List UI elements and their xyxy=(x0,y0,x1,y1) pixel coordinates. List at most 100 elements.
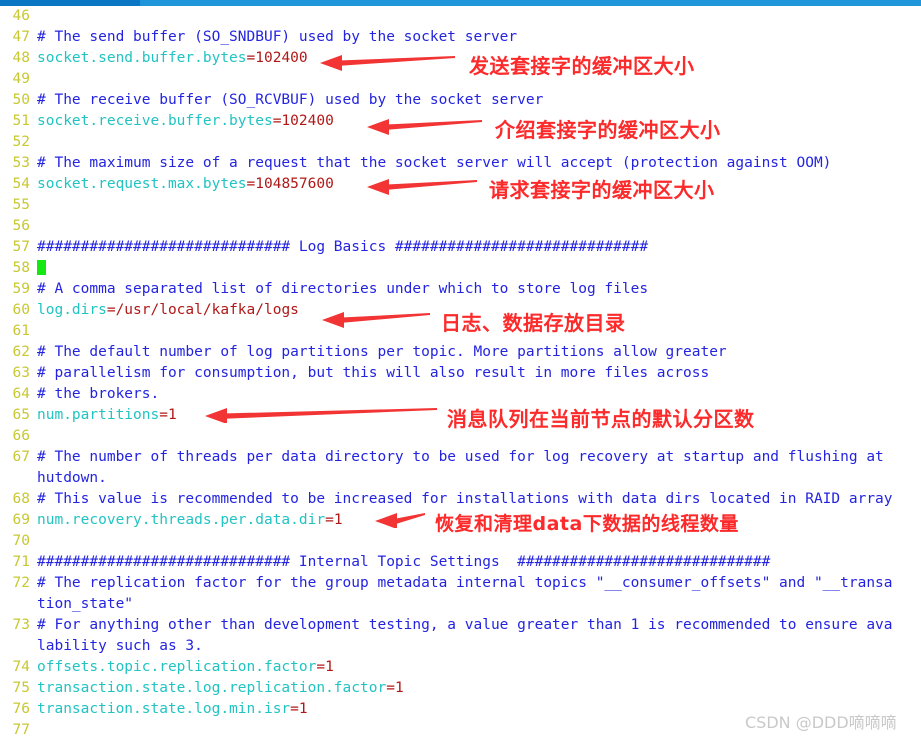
code-line[interactable]: 59 # A comma separated list of directorie… xyxy=(0,279,921,300)
code-line[interactable]: 62 # The default number of log partitions… xyxy=(0,342,921,363)
property-key: socket.receive.buffer.bytes xyxy=(37,113,273,129)
equals-sign: = xyxy=(246,176,256,192)
line-content: socket.send.buffer.bytes=102400 xyxy=(37,48,308,69)
line-number: 47 xyxy=(12,29,30,45)
property-key: transaction.state.log.min.isr xyxy=(37,701,291,717)
comment-text: ############################# Internal T… xyxy=(37,554,771,570)
line-number: 70 xyxy=(12,533,30,549)
line-number: 60 xyxy=(12,302,30,318)
anno-receive-buffer: 介绍套接字的缓冲区大小 xyxy=(495,118,721,142)
text-cursor xyxy=(37,260,46,275)
line-number: 68 xyxy=(12,491,30,507)
comment-text: # The send buffer (SO_SNDBUF) used by th… xyxy=(37,29,518,45)
line-number: 56 xyxy=(12,218,30,234)
property-value: 1 xyxy=(333,512,343,528)
property-key: socket.send.buffer.bytes xyxy=(37,50,247,66)
code-line[interactable]: 57 ############################# Log Basi… xyxy=(0,237,921,258)
equals-sign: = xyxy=(106,302,116,318)
line-content: socket.request.max.bytes=104857600 xyxy=(37,174,334,195)
line-number: 51 xyxy=(12,113,30,129)
line-content: log.dirs=/usr/local/kafka/logs xyxy=(37,300,299,321)
equals-sign: = xyxy=(325,512,334,528)
property-value-path: /usr/local/kafka/logs xyxy=(115,302,299,318)
line-content: # For anything other than development te… xyxy=(37,615,893,636)
line-number: 48 xyxy=(12,50,30,66)
code-line-continuation[interactable]: hutdown. xyxy=(0,468,921,489)
line-number: 75 xyxy=(12,680,30,696)
comment-text: # parallelism for consumption, but this … xyxy=(37,365,710,381)
line-number: 53 xyxy=(12,155,30,171)
property-value: 102400 xyxy=(281,113,334,129)
line-number: 76 xyxy=(12,701,30,717)
code-line[interactable]: 68 # This value is recommended to be incr… xyxy=(0,489,921,510)
line-number: 59 xyxy=(12,281,30,297)
line-content: ############################# Internal T… xyxy=(37,552,770,573)
code-line[interactable]: 58 xyxy=(0,258,921,279)
line-content: # The default number of log partitions p… xyxy=(37,342,727,363)
code-line[interactable]: 49 xyxy=(0,69,921,90)
property-key: log.dirs xyxy=(37,302,107,318)
property-key: num.partitions xyxy=(37,407,160,423)
line-number: 58 xyxy=(12,260,30,276)
comment-text: # The receive buffer (SO_RCVBUF) used by… xyxy=(37,92,544,108)
code-line-continuation[interactable]: lability such as 3. xyxy=(0,636,921,657)
comment-text: # This value is recommended to be increa… xyxy=(37,491,893,507)
arrow-shape xyxy=(205,408,437,423)
property-value: 1 xyxy=(325,659,334,675)
arrow-recovery xyxy=(375,513,425,528)
line-content: # The receive buffer (SO_RCVBUF) used by… xyxy=(37,90,543,111)
line-content: tion_state" xyxy=(37,594,133,615)
code-line[interactable]: 56 xyxy=(0,216,921,237)
comment-text: # For anything other than development te… xyxy=(37,617,893,633)
line-number: 57 xyxy=(12,239,30,255)
line-number: 71 xyxy=(12,554,30,570)
line-number: 74 xyxy=(12,659,30,675)
code-line[interactable]: 75 transaction.state.log.replication.fact… xyxy=(0,678,921,699)
arrow-num-partitions xyxy=(205,408,437,423)
anno-log-dirs: 日志、数据存放目录 xyxy=(441,311,626,335)
code-line[interactable]: 73 # For anything other than development … xyxy=(0,615,921,636)
comment-text: # The replication factor for the group m… xyxy=(37,575,893,591)
csdn-watermark: CSDN @DDD嘀嘀嘀 xyxy=(745,713,897,732)
code-line[interactable]: 63 # parallelism for consumption, but thi… xyxy=(0,363,921,384)
code-line[interactable]: 50 # The receive buffer (SO_RCVBUF) used … xyxy=(0,90,921,111)
line-number: 69 xyxy=(12,512,30,528)
code-line[interactable]: 55 xyxy=(0,195,921,216)
line-content: num.recovery.threads.per.data.dir=1 xyxy=(37,510,343,531)
equals-sign: = xyxy=(290,701,299,717)
code-line[interactable]: 46 xyxy=(0,6,921,27)
equals-sign: = xyxy=(386,680,395,696)
screenshot-root: 46 47 # The send buffer (SO_SNDBUF) used b… xyxy=(0,0,921,740)
line-content: # parallelism for consumption, but this … xyxy=(37,363,709,384)
code-line[interactable]: 72 # The replication factor for the group… xyxy=(0,573,921,594)
code-line[interactable]: 74 offsets.topic.replication.factor=1 xyxy=(0,657,921,678)
code-line[interactable]: 71 ############################# Internal… xyxy=(0,552,921,573)
code-line[interactable]: 52 xyxy=(0,132,921,153)
arrow-shape xyxy=(320,55,455,71)
line-content: # The replication factor for the group m… xyxy=(37,573,893,594)
anno-num-partitions: 消息队列在当前节点的默认分区数 xyxy=(447,407,755,431)
line-number: 64 xyxy=(12,386,30,402)
line-number: 63 xyxy=(12,365,30,381)
anno-request-max: 请求套接字的缓冲区大小 xyxy=(489,178,715,202)
line-number: 54 xyxy=(12,176,30,192)
equals-sign: = xyxy=(246,50,256,66)
line-number: 55 xyxy=(12,197,30,213)
property-key: transaction.state.log.replication.factor xyxy=(37,680,387,696)
line-content: offsets.topic.replication.factor=1 xyxy=(37,657,334,678)
property-value: 1 xyxy=(394,680,404,696)
code-line[interactable]: 67 # The number of threads per data direc… xyxy=(0,447,921,468)
line-content: # This value is recommended to be increa… xyxy=(37,489,893,510)
property-key: num.recovery.threads.per.data.dir xyxy=(37,512,326,528)
property-value: 104857600 xyxy=(255,176,334,192)
line-content: ############################# Log Basics… xyxy=(37,237,648,258)
line-number: 61 xyxy=(12,323,30,339)
code-line-continuation[interactable]: tion_state" xyxy=(0,594,921,615)
comment-text: # The default number of log partitions p… xyxy=(37,344,727,360)
equals-sign: = xyxy=(159,407,168,423)
property-value: 1 xyxy=(167,407,177,423)
code-line[interactable]: 64 # the brokers. xyxy=(0,384,921,405)
comment-text: tion_state" xyxy=(37,596,134,612)
comment-text: # The number of threads per data directo… xyxy=(37,449,884,465)
comment-text: ############################# Log Basics… xyxy=(37,239,649,255)
